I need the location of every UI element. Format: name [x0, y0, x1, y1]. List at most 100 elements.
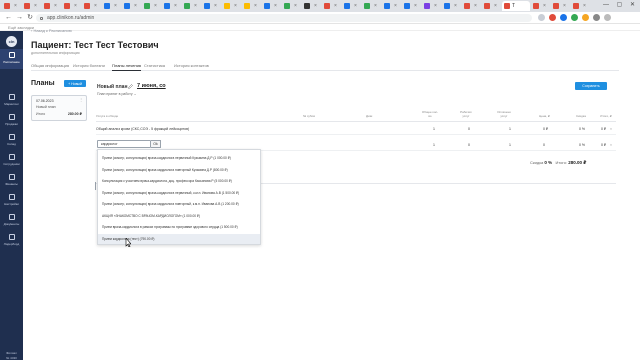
back-icon[interactable]: ←: [5, 14, 12, 21]
browser-tab[interactable]: ×: [222, 1, 241, 11]
close-tab-icon[interactable]: ×: [194, 3, 197, 9]
dropdown-option[interactable]: Прием кардиолога (тест) (790.00 ₽): [98, 233, 260, 244]
browser-tab[interactable]: ×: [322, 1, 341, 11]
close-tab-icon[interactable]: ×: [374, 3, 377, 9]
close-tab-icon[interactable]: ×: [74, 3, 77, 9]
dropdown-option[interactable]: Консультация с участием врача-кардиолога…: [98, 176, 260, 187]
browser-tab[interactable]: ×: [442, 1, 461, 11]
sidebar-item-trophy[interactable]: Лидерборд: [0, 231, 23, 251]
browser-tab[interactable]: ×: [342, 1, 361, 11]
delete-row-icon[interactable]: ×: [610, 143, 612, 147]
window-controls[interactable]: — ▢ ✕: [603, 1, 638, 8]
profile-avatar-icon[interactable]: [593, 14, 600, 21]
browser-tab[interactable]: ×: [142, 1, 161, 11]
browser-tab[interactable]: ×: [182, 1, 201, 11]
reload-icon[interactable]: ↻: [27, 14, 33, 21]
close-tab-icon[interactable]: ×: [174, 3, 177, 9]
url-input[interactable]: app.clinikon.ru/admin: [36, 14, 532, 22]
browser-tab[interactable]: ×: [531, 1, 550, 11]
browser-tab[interactable]: ×: [571, 1, 590, 11]
extension-icon[interactable]: [549, 14, 556, 21]
tab-plans[interactable]: Планы лечения: [112, 63, 141, 71]
tab-history[interactable]: История болезни: [73, 63, 105, 70]
close-tab-icon[interactable]: ×: [334, 3, 337, 9]
close-tab-icon[interactable]: ×: [214, 3, 217, 9]
sidebar-item-wallet[interactable]: Финансы: [0, 171, 23, 191]
dropdown-option[interactable]: Прием (осмотр, консультация) врача карди…: [98, 165, 260, 176]
sidebar-item-megaphone[interactable]: Маркетинг: [0, 91, 23, 111]
browser-tab[interactable]: ×: [2, 1, 21, 11]
close-tab-icon[interactable]: ×: [54, 3, 57, 9]
close-tab-icon[interactable]: ×: [394, 3, 397, 9]
tab-statistics[interactable]: Статистика: [144, 63, 165, 70]
close-tab-icon[interactable]: ×: [34, 3, 37, 9]
browser-tab-active[interactable]: T: [502, 1, 530, 11]
extension-icon[interactable]: [538, 14, 545, 21]
browser-tab[interactable]: ×: [82, 1, 101, 11]
close-tab-icon[interactable]: ×: [583, 3, 586, 9]
plan-card[interactable]: ⋮ 07.06.2023 Новый план Итого 280.00 ₽: [31, 95, 87, 121]
close-tab-icon[interactable]: ×: [474, 3, 477, 9]
sidebar-item-document[interactable]: Документы: [0, 211, 23, 231]
extension-icon[interactable]: [571, 14, 578, 21]
breadcrumb[interactable]: ‹ Назад к Расписанию: [31, 28, 72, 33]
close-tab-icon[interactable]: ×: [434, 3, 437, 9]
app-logo[interactable]: cln: [6, 36, 17, 47]
browser-tab[interactable]: ×: [62, 1, 81, 11]
close-tab-icon[interactable]: ×: [14, 3, 17, 9]
close-tab-icon[interactable]: ×: [234, 3, 237, 9]
browser-tab[interactable]: ×: [462, 1, 481, 11]
close-tab-icon[interactable]: ×: [254, 3, 257, 9]
browser-tab[interactable]: ×: [102, 1, 121, 11]
service-search-input[interactable]: кардиолог: [97, 140, 151, 148]
close-tab-icon[interactable]: ×: [274, 3, 277, 9]
close-tab-icon[interactable]: ×: [454, 3, 457, 9]
sidebar-item-people[interactable]: Сотрудники: [0, 151, 23, 171]
browser-tab[interactable]: ×: [551, 1, 570, 11]
close-tab-icon[interactable]: ×: [294, 3, 297, 9]
browser-tab[interactable]: ×: [202, 1, 221, 11]
browser-tab[interactable]: ×: [302, 1, 321, 11]
close-tab-icon[interactable]: ×: [154, 3, 157, 9]
tab-general[interactable]: Общая информация: [31, 63, 69, 70]
close-tab-icon[interactable]: ×: [414, 3, 417, 9]
sidebar-item-box[interactable]: Склад: [0, 131, 23, 151]
save-button[interactable]: Сохранить: [575, 82, 607, 90]
pencil-icon[interactable]: [128, 84, 133, 89]
browser-tab[interactable]: ×: [242, 1, 261, 11]
browser-tab[interactable]: ×: [122, 1, 141, 11]
browser-tab[interactable]: ×: [422, 1, 441, 11]
browser-tab[interactable]: ×: [262, 1, 281, 11]
plan-doctor-link[interactable]: 7 июня, со: [137, 83, 166, 89]
browser-tab[interactable]: ×: [22, 1, 41, 11]
close-tab-icon[interactable]: ×: [354, 3, 357, 9]
extension-icon[interactable]: [560, 14, 567, 21]
browser-tab[interactable]: ×: [402, 1, 421, 11]
close-tab-icon[interactable]: ×: [114, 3, 117, 9]
close-tab-icon[interactable]: ×: [134, 3, 137, 9]
menu-icon[interactable]: [604, 14, 611, 21]
tab-contacts[interactable]: История контактов: [174, 63, 209, 70]
sidebar-item-calendar[interactable]: Расписание: [0, 49, 23, 69]
service-search-button[interactable]: Ok: [151, 140, 161, 148]
close-tab-icon[interactable]: ×: [94, 3, 97, 9]
table-row[interactable]: Общий анализ крови (СКС,СОЭ - 5 фракций …: [96, 123, 616, 135]
close-tab-icon[interactable]: ×: [314, 3, 317, 9]
browser-tab[interactable]: ×: [482, 1, 501, 11]
extension-icon[interactable]: [582, 14, 589, 21]
add-plan-button[interactable]: + Новый: [64, 80, 86, 87]
close-tab-icon[interactable]: ×: [543, 3, 546, 9]
close-tab-icon[interactable]: ×: [563, 3, 566, 9]
delete-row-icon[interactable]: ×: [610, 127, 612, 131]
browser-tab[interactable]: ×: [362, 1, 381, 11]
sidebar-item-cart[interactable]: Продажи: [0, 111, 23, 131]
plan-status-select[interactable]: План принят в работу ⌄: [97, 92, 137, 96]
dropdown-option[interactable]: Прием (осмотр, консультация) врача-карди…: [98, 153, 260, 164]
plan-menu-icon[interactable]: ⋮: [79, 97, 83, 102]
dropdown-option[interactable]: Прием врача-кардиолога в рамках программ…: [98, 222, 260, 233]
browser-tab[interactable]: ×: [162, 1, 181, 11]
sidebar-item-gear[interactable]: Настройки: [0, 191, 23, 211]
browser-tab[interactable]: ×: [382, 1, 401, 11]
close-tab-icon[interactable]: ×: [494, 3, 497, 9]
forward-icon[interactable]: →: [16, 14, 23, 21]
